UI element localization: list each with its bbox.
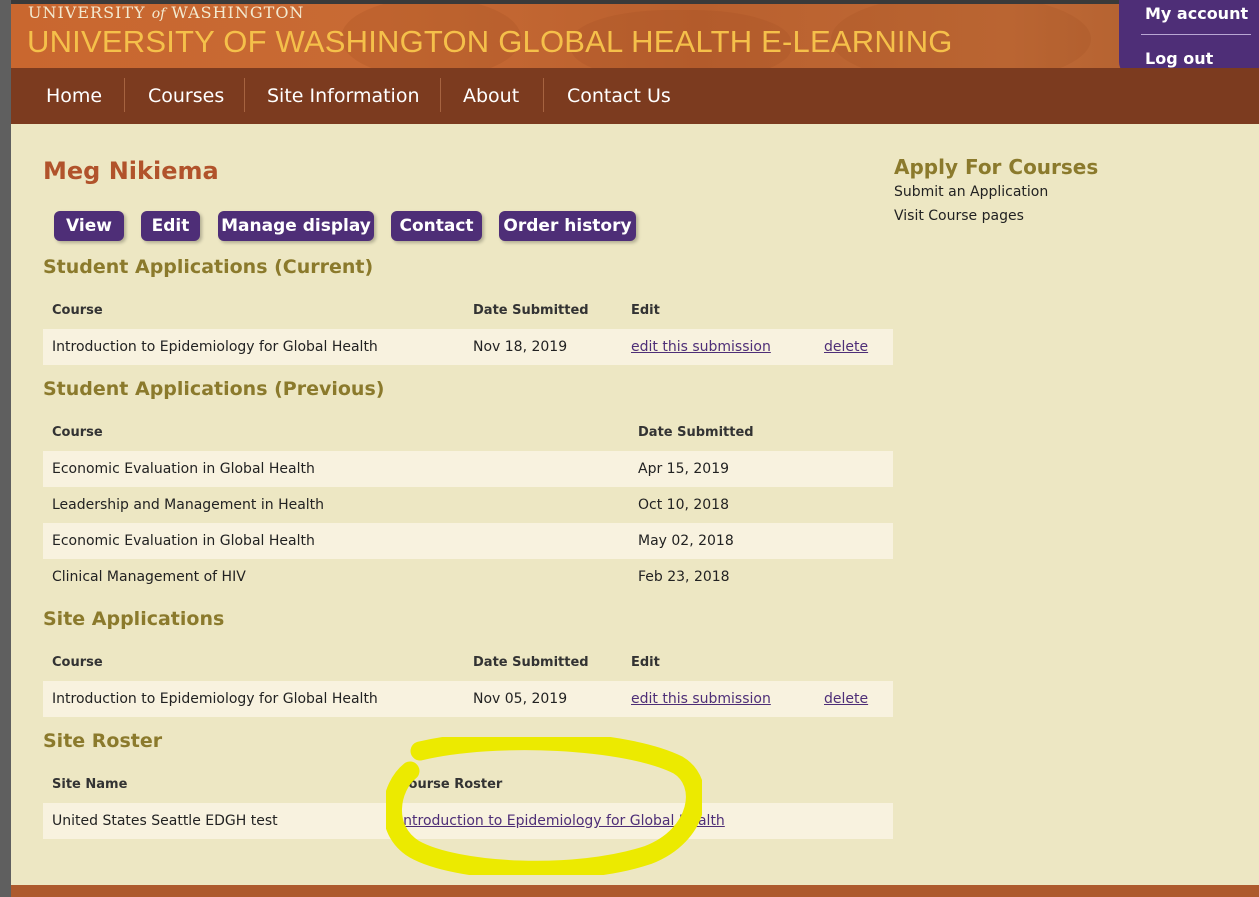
nav-home[interactable]: Home bbox=[46, 68, 102, 124]
nav-about[interactable]: About bbox=[463, 68, 519, 124]
edit-submission-link[interactable]: edit this submission bbox=[631, 681, 771, 717]
nav-separator bbox=[244, 78, 245, 112]
course-name: Introduction to Epidemiology for Global … bbox=[52, 691, 378, 707]
date-submitted: Apr 15, 2019 bbox=[638, 461, 730, 477]
uw-wordmark-left: UNIVERSITY bbox=[28, 4, 146, 22]
page-title: Meg Nikiema bbox=[43, 157, 219, 185]
current-applications-heading: Student Applications (Current) bbox=[43, 256, 374, 278]
column-header-edit: Edit bbox=[631, 303, 660, 318]
column-header-date-submitted: Date Submitted bbox=[473, 655, 589, 670]
account-menu: My account Log out bbox=[1119, 0, 1259, 76]
site-title[interactable]: UNIVERSITY OF WASHINGTON GLOBAL HEALTH E… bbox=[27, 24, 953, 60]
course-roster-link[interactable]: Introduction to Epidemiology for Global … bbox=[399, 803, 725, 839]
course-name: Leadership and Management in Health bbox=[52, 497, 325, 513]
tab-order-history[interactable]: Order history bbox=[499, 211, 636, 241]
main-content: Meg Nikiema View Edit Manage display Con… bbox=[11, 124, 1259, 885]
column-header-edit: Edit bbox=[631, 655, 660, 670]
nav-site-information[interactable]: Site Information bbox=[267, 68, 420, 124]
column-header-course: Course bbox=[52, 655, 103, 670]
column-header-course: Course bbox=[52, 303, 103, 318]
table-row: Clinical Management of HIV Feb 23, 2018 bbox=[43, 559, 893, 595]
date-submitted: Oct 10, 2018 bbox=[638, 497, 729, 513]
table-row: United States Seattle EDGH test Introduc… bbox=[43, 803, 893, 839]
table-row: Economic Evaluation in Global Health Apr… bbox=[43, 451, 893, 487]
nav-courses[interactable]: Courses bbox=[148, 68, 224, 124]
course-name: Clinical Management of HIV bbox=[52, 569, 246, 585]
table-row: Introduction to Epidemiology for Global … bbox=[43, 681, 893, 717]
submit-application-link[interactable]: Submit an Application bbox=[894, 184, 1048, 200]
column-header-course-roster: Course Roster bbox=[399, 777, 503, 792]
visit-course-pages-link[interactable]: Visit Course pages bbox=[894, 208, 1024, 224]
current-applications-header: Course Date Submitted Edit bbox=[43, 293, 893, 329]
column-header-date-submitted: Date Submitted bbox=[473, 303, 589, 318]
column-header-date-submitted: Date Submitted bbox=[638, 425, 754, 440]
column-header-course: Course bbox=[52, 425, 103, 440]
table-row: Leadership and Management in Health Oct … bbox=[43, 487, 893, 523]
account-divider bbox=[1141, 34, 1251, 35]
delete-link[interactable]: delete bbox=[824, 329, 868, 365]
date-submitted: Nov 18, 2019 bbox=[473, 339, 568, 355]
date-submitted: Feb 23, 2018 bbox=[638, 569, 730, 585]
site-header: UNIVERSITY of WASHINGTON UNIVERSITY OF W… bbox=[11, 4, 1259, 68]
main-nav: Home Courses Site Information About Cont… bbox=[11, 68, 1259, 124]
nav-separator bbox=[124, 78, 125, 112]
log-out-link[interactable]: Log out bbox=[1145, 49, 1213, 68]
site-applications-header: Course Date Submitted Edit bbox=[43, 645, 893, 681]
my-account-link[interactable]: My account bbox=[1145, 4, 1248, 23]
date-submitted: May 02, 2018 bbox=[638, 533, 734, 549]
delete-link[interactable]: delete bbox=[824, 681, 868, 717]
uw-wordmark-right: WASHINGTON bbox=[171, 4, 305, 22]
table-row: Economic Evaluation in Global Health May… bbox=[43, 523, 893, 559]
uw-wordmark[interactable]: UNIVERSITY of WASHINGTON bbox=[28, 4, 304, 22]
site-applications-heading: Site Applications bbox=[43, 608, 225, 630]
previous-applications-header: Course Date Submitted bbox=[43, 415, 893, 451]
tab-view[interactable]: View bbox=[54, 211, 124, 241]
previous-applications-heading: Student Applications (Previous) bbox=[43, 378, 385, 400]
site-roster-header: Site Name Course Roster bbox=[43, 767, 893, 803]
window-left-strip bbox=[0, 0, 11, 897]
nav-contact-us[interactable]: Contact Us bbox=[567, 68, 671, 124]
apply-for-courses-heading: Apply For Courses bbox=[894, 155, 1099, 179]
tab-edit[interactable]: Edit bbox=[141, 211, 200, 241]
footer-bar bbox=[11, 885, 1259, 897]
tab-contact[interactable]: Contact bbox=[391, 211, 482, 241]
date-submitted: Nov 05, 2019 bbox=[473, 691, 568, 707]
nav-separator bbox=[440, 78, 441, 112]
site-name: United States Seattle EDGH test bbox=[52, 813, 278, 829]
nav-separator bbox=[543, 78, 544, 112]
column-header-site-name: Site Name bbox=[52, 777, 128, 792]
course-name: Economic Evaluation in Global Health bbox=[52, 533, 315, 549]
tab-manage-display[interactable]: Manage display bbox=[218, 211, 374, 241]
edit-submission-link[interactable]: edit this submission bbox=[631, 329, 771, 365]
course-name: Introduction to Epidemiology for Global … bbox=[52, 339, 378, 355]
table-row: Introduction to Epidemiology for Global … bbox=[43, 329, 893, 365]
uw-wordmark-of: of bbox=[151, 6, 166, 22]
site-roster-heading: Site Roster bbox=[43, 730, 163, 752]
course-name: Economic Evaluation in Global Health bbox=[52, 461, 315, 477]
